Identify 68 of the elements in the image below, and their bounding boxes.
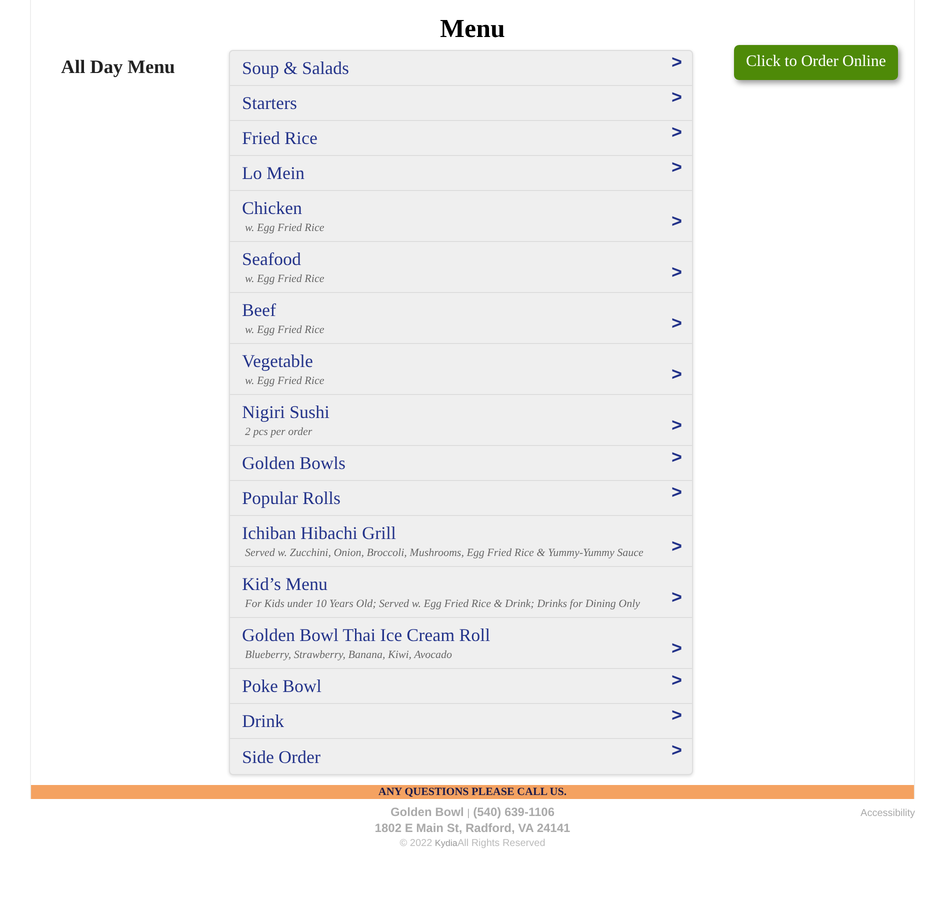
category-name: Seafood [242,248,302,271]
category-name: Starters [242,92,298,115]
category-row[interactable]: Fried Rice > [230,121,692,156]
category-note: w. Egg Fried Rice [244,323,326,337]
category-name: Golden Bowls [242,452,346,475]
chevron-icon: > [671,84,682,111]
chevron-icon: > [671,361,682,388]
category-row[interactable]: Poke Bowl > [230,669,692,704]
chevron-icon: > [671,310,682,337]
category-note: Served w. Zucchini, Onion, Broccoli, Mushrooms, Egg Fried Rice & Yummy-Yummy Sauce [244,546,644,560]
category-row[interactable]: Vegetable w. Egg Fried Rice > [230,344,692,395]
category-row[interactable]: Beef w. Egg Fried Rice > [230,293,692,344]
category-name: Beef [242,299,277,322]
category-name: Kid’s Menu [242,573,328,596]
chevron-icon: > [671,737,682,764]
category-note: For Kids under 10 Years Old; Served w. Egg Fried Rice & Drink; Drinks for Dining Only [244,597,642,611]
category-name: Nigiri Sushi [242,401,331,424]
rights-text: All Rights Reserved [457,838,546,849]
category-name: Ichiban Hibachi Grill [242,522,397,545]
category-name: Vegetable [242,350,314,373]
sidebar-heading: All Day Menu [61,56,176,80]
chevron-icon: > [671,412,682,439]
chevron-icon: > [671,154,682,181]
category-row[interactable]: Side Order > [230,739,692,774]
category-row[interactable]: Drink > [230,704,692,739]
page-title: Menu [439,13,506,45]
category-name: Lo Mein [242,162,306,185]
category-name: Poke Bowl [242,675,323,698]
chevron-icon: > [671,49,682,76]
chevron-icon: > [671,533,682,560]
category-row[interactable]: Golden Bowls > [230,446,692,481]
category-name: Side Order [242,746,322,768]
category-row[interactable]: Popular Rolls > [230,481,692,516]
category-note: w. Egg Fried Rice [244,272,326,286]
category-note: 2 pcs per order [244,425,314,439]
chevron-icon: > [671,667,682,694]
category-row[interactable]: Chicken w. Egg Fried Rice > [230,191,692,242]
category-row[interactable]: Ichiban Hibachi Grill Served w. Zucchini, Onion, Broccoli, Mushrooms, Egg Fried Rice & Yummy-Yummy Sauce > [230,516,692,567]
category-name: Soup & Salads [242,57,350,80]
order-online-button[interactable]: Click to Order Online [734,44,898,80]
category-name: Drink [242,710,285,733]
business-name: Golden Bowl [390,805,464,819]
category-name: Chicken [242,197,303,220]
category-row[interactable]: Nigiri Sushi 2 pcs per order > [230,395,692,446]
chevron-icon: > [671,702,682,729]
category-row[interactable]: Starters > [230,86,692,121]
chevron-icon: > [671,479,682,506]
chevron-icon: > [671,444,682,471]
category-note: Blueberry, Strawberry, Banana, Kiwi, Avocado [244,648,453,662]
call-banner: ANY QUESTIONS PLEASE CALL US. [31,785,914,799]
chevron-icon: > [671,208,682,235]
category-row[interactable]: Seafood w. Egg Fried Rice > [230,242,692,293]
chevron-icon: > [671,259,682,286]
category-row[interactable]: Lo Mein > [230,156,692,191]
category-row[interactable]: Soup & Salads > [230,51,692,86]
chevron-icon: > [671,584,682,611]
category-row[interactable]: Golden Bowl Thai Ice Cream Roll Blueberry, Strawberry, Banana, Kiwi, Avocado > [230,618,692,669]
category-name: Golden Bowl Thai Ice Cream Roll [242,624,492,647]
category-name: Popular Rolls [242,487,342,510]
category-note: w. Egg Fried Rice [244,374,326,388]
separator: | [467,808,470,819]
address: 1802 E Main St, Radford, VA 24141 [374,821,572,835]
chevron-icon: > [671,119,682,146]
chevron-icon: > [671,635,682,662]
category-note: w. Egg Fried Rice [244,221,326,235]
copyright: © 2022 [400,838,432,849]
category-row[interactable]: Kid’s Menu For Kids under 10 Years Old; Served w. Egg Fried Rice & Drink; Drinks for Dining Only > [230,567,692,618]
category-name: Fried Rice [242,127,318,150]
